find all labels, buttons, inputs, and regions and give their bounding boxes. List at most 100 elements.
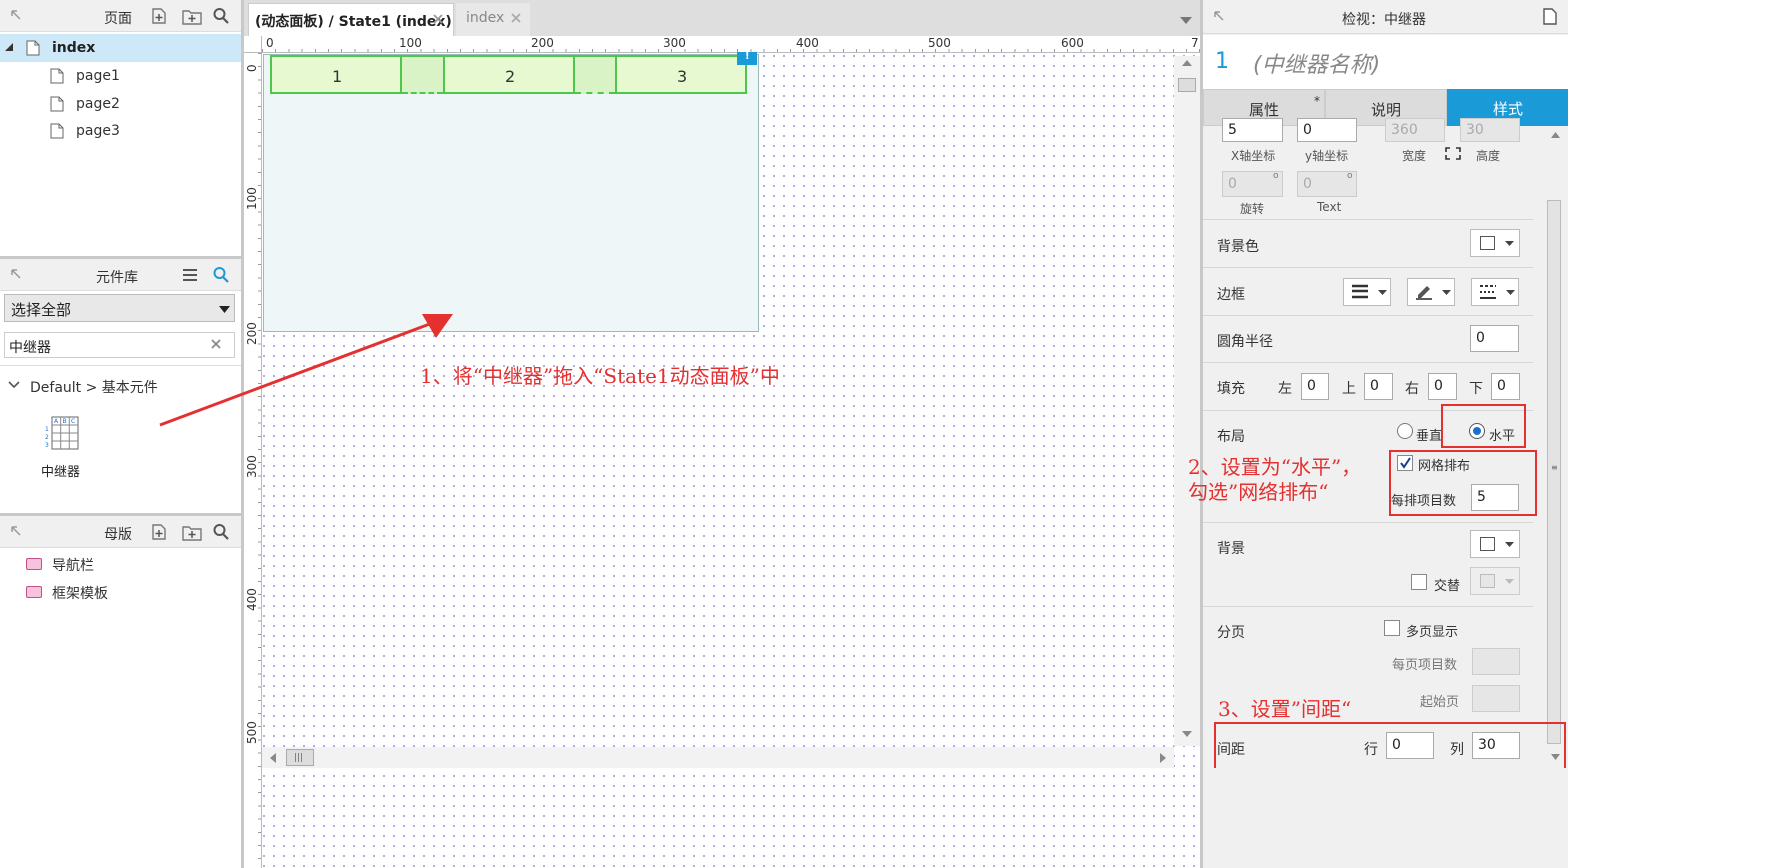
search-icon[interactable]	[213, 7, 229, 25]
scroll-left-icon[interactable]	[270, 753, 276, 763]
pages-pane-header: 页面	[0, 0, 241, 32]
tab-label: 说明	[1371, 101, 1402, 119]
add-folder-icon[interactable]	[182, 7, 202, 25]
lock-ratio-icon[interactable]	[1445, 147, 1461, 160]
add-master-icon[interactable]	[150, 523, 168, 541]
padding-right-input[interactable]: 0	[1428, 373, 1457, 400]
scroll-right-icon[interactable]	[1160, 753, 1166, 763]
repeater-widget-icon: A B C 1 2 3	[42, 414, 80, 452]
scroll-thumb[interactable]: ≡	[1547, 200, 1561, 744]
y-input[interactable]: 0	[1297, 118, 1357, 142]
svg-text:1: 1	[45, 426, 49, 433]
ruler-corner	[244, 36, 262, 53]
pin-icon[interactable]	[1213, 10, 1225, 22]
master-item-frame[interactable]: 框架模板	[0, 577, 241, 605]
background-label: 背景	[1217, 541, 1245, 557]
padding-left-input[interactable]: 0	[1301, 373, 1329, 400]
pin-icon[interactable]	[10, 268, 22, 280]
search-icon[interactable]	[213, 266, 229, 284]
per-page-input[interactable]	[1472, 648, 1520, 675]
tab-label: 样式	[1493, 100, 1524, 118]
start-page-input[interactable]	[1472, 685, 1520, 712]
repeater-item[interactable]: 2	[443, 55, 575, 94]
border-style-picker[interactable]	[1471, 278, 1519, 306]
pin-icon[interactable]	[10, 9, 22, 21]
vertical-scrollbar[interactable]	[1174, 56, 1200, 746]
border-thickness-picker[interactable]	[1343, 278, 1391, 306]
repeater-item[interactable]: 3	[615, 55, 747, 94]
tab-label: 属性	[1249, 101, 1280, 119]
tab-label: index	[466, 10, 505, 26]
dynamic-panel-state[interactable]	[263, 54, 759, 332]
master-item-nav[interactable]: 导航栏	[0, 549, 241, 577]
padding-left-label: 左	[1278, 381, 1292, 397]
menu-icon[interactable]	[182, 268, 198, 282]
background-color-picker[interactable]	[1470, 530, 1520, 558]
padding-top-input[interactable]: 0	[1364, 373, 1393, 400]
masters-pane-header: 母版	[0, 516, 241, 548]
scroll-thumb[interactable]: |||	[286, 749, 314, 766]
x-input[interactable]: 5	[1222, 118, 1283, 142]
repeater-item[interactable]: 1	[270, 55, 402, 94]
scroll-thumb[interactable]	[1178, 78, 1196, 92]
width-input[interactable]: 360	[1385, 118, 1445, 142]
radius-input[interactable]: 0	[1470, 325, 1519, 352]
collapse-arrow-icon[interactable]	[4, 42, 14, 52]
highlight-spacing	[1214, 722, 1566, 768]
ruler-label: 7	[1191, 36, 1199, 50]
pin-icon[interactable]	[10, 525, 22, 537]
text-rotate-label: Text	[1317, 200, 1342, 214]
padding-bottom-input[interactable]: 0	[1491, 373, 1520, 400]
svg-text:C: C	[71, 418, 75, 425]
widget-name-input[interactable]: (中继器名称)	[1253, 47, 1380, 79]
rotate-input[interactable]: 0o	[1222, 171, 1283, 197]
annotation-step3: 3、设置”间距“	[1218, 697, 1352, 721]
padding-label: 填充	[1217, 381, 1245, 397]
masters-pane-title: 母版	[104, 527, 132, 543]
scroll-down-icon[interactable]	[1182, 731, 1192, 737]
repeater-widget[interactable]: A B C 1 2 3 中继器	[38, 414, 86, 484]
page-item-page2[interactable]: page2	[0, 90, 241, 118]
bg-color-picker[interactable]	[1470, 229, 1520, 257]
close-tab-icon[interactable]	[433, 14, 443, 24]
repeater-widget-instance[interactable]: 1 2 3	[270, 55, 747, 94]
search-icon[interactable]	[213, 523, 229, 541]
alternate-color-picker[interactable]	[1470, 567, 1520, 595]
horizontal-ruler	[244, 36, 1200, 53]
x-label: X轴坐标	[1231, 149, 1276, 163]
highlight-grid-layout	[1389, 450, 1537, 516]
pages-pane-title: 页面	[104, 11, 132, 27]
tab-dynamic-panel[interactable]: (动态面板) / State1 (index)	[248, 3, 454, 39]
vertical-radio[interactable]	[1397, 423, 1413, 439]
svg-text:B: B	[63, 418, 67, 425]
alternate-checkbox[interactable]	[1411, 574, 1427, 590]
notes-page-icon[interactable]	[1543, 8, 1557, 25]
padding-top-label: 上	[1342, 381, 1356, 397]
border-color-picker[interactable]	[1407, 278, 1455, 306]
page-item-page3[interactable]: page3	[0, 117, 241, 145]
text-rotate-input[interactable]: 0o	[1297, 171, 1357, 197]
master-icon	[26, 558, 42, 570]
master-label: 框架模板	[52, 586, 108, 602]
close-tab-icon[interactable]	[511, 13, 521, 23]
height-input[interactable]: 30	[1460, 118, 1520, 142]
bg-color-label: 背景色	[1217, 239, 1259, 255]
annotation-step2-line2: 勾选”网络排布“	[1188, 480, 1329, 504]
widget-note-marker[interactable]: !	[737, 51, 757, 65]
horizontal-scrollbar[interactable]: |||	[262, 747, 1174, 768]
multipage-checkbox[interactable]	[1384, 620, 1400, 636]
library-group-label[interactable]: Default > 基本元件	[30, 377, 158, 397]
padding-bottom-label: 下	[1469, 381, 1483, 397]
add-page-icon[interactable]	[150, 7, 168, 25]
tab-index[interactable]: index	[456, 3, 530, 39]
multipage-label: 多页显示	[1406, 625, 1459, 640]
height-label: 高度	[1476, 149, 1501, 163]
add-folder-icon[interactable]	[182, 523, 202, 541]
scroll-up-icon[interactable]	[1182, 60, 1192, 66]
page-item-page1[interactable]: page1	[0, 62, 241, 90]
widget-name-row: 1 (中继器名称)	[1203, 35, 1568, 89]
inspector-scrollbar[interactable]: ≡	[1545, 126, 1565, 746]
group-chevron-icon[interactable]	[8, 381, 20, 389]
tab-overflow-icon[interactable]	[1180, 17, 1192, 25]
page-item-index[interactable]: index	[0, 34, 241, 62]
